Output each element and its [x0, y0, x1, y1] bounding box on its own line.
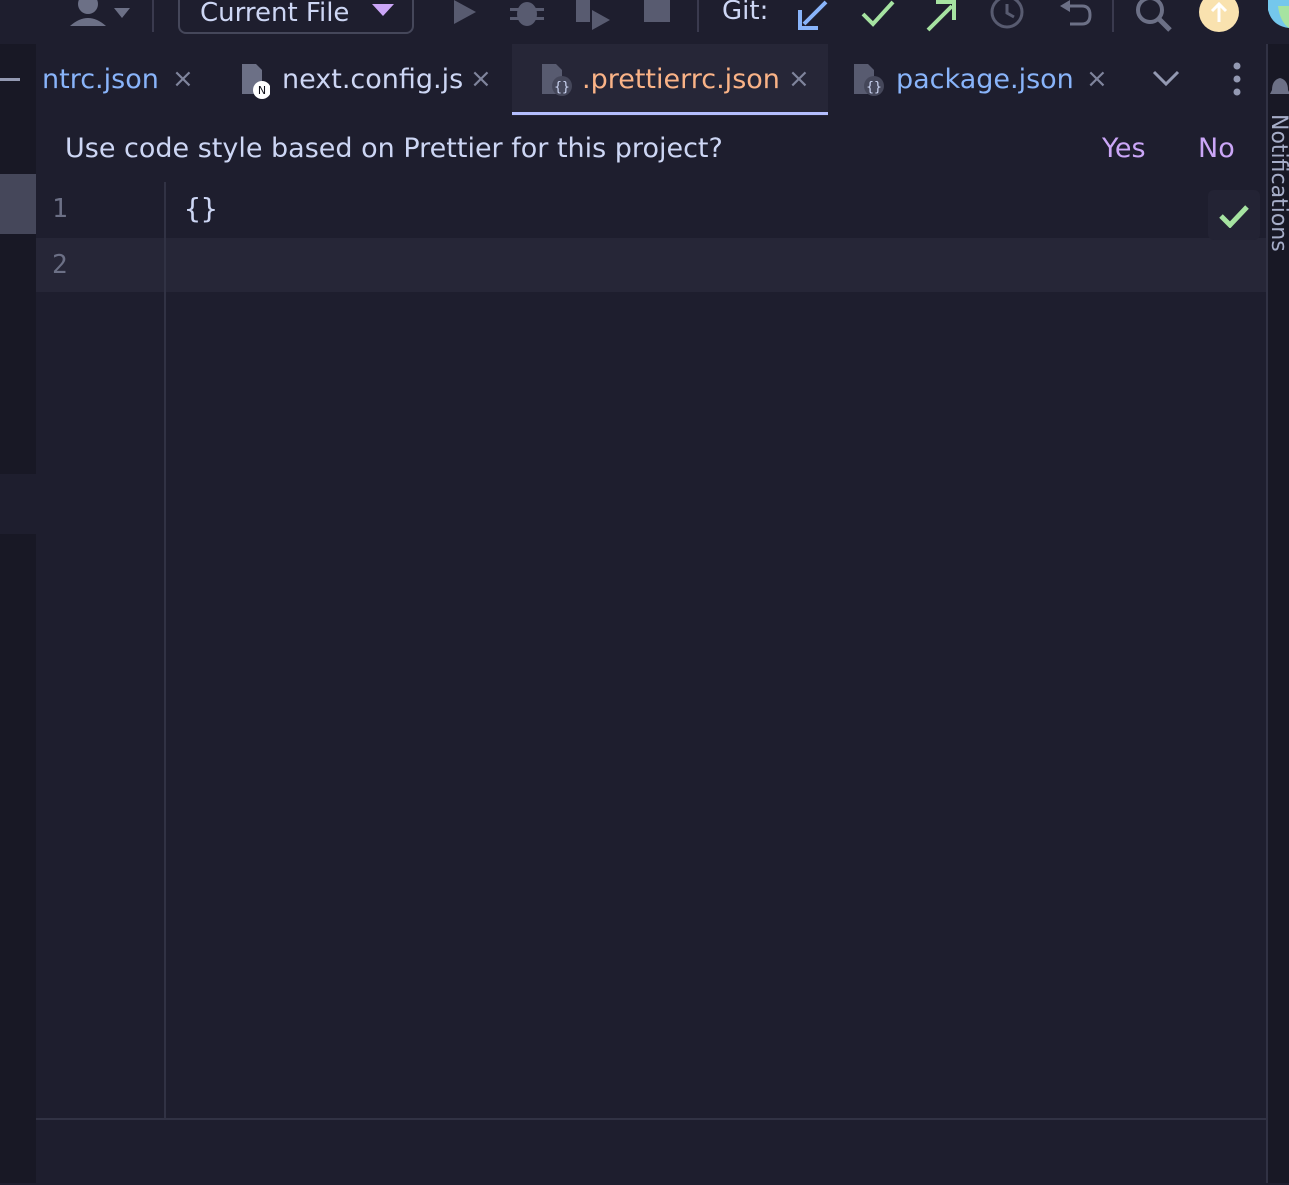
- json-file-icon: {}: [854, 64, 884, 96]
- nextjs-file-icon: N: [242, 64, 270, 99]
- chevron-down-icon[interactable]: [1152, 70, 1180, 88]
- close-icon[interactable]: ×: [1086, 64, 1108, 94]
- ide-logo-icon: [1268, 0, 1289, 28]
- svg-text:{}: {}: [554, 80, 570, 95]
- tab-label: .prettierrc.json: [582, 64, 780, 95]
- tab-package-json[interactable]: {} package.json ×: [844, 44, 1134, 116]
- stop-icon[interactable]: [644, 0, 670, 24]
- git-label: Git:: [722, 0, 769, 26]
- notifications-tool-label[interactable]: Notifications: [1266, 114, 1289, 252]
- tab-next-config[interactable]: N next.config.js ×: [232, 44, 512, 116]
- code-editor[interactable]: 1 2 {}: [36, 182, 1266, 1118]
- inspection-status-widget[interactable]: [1208, 190, 1260, 240]
- active-tab-indicator: [512, 112, 828, 115]
- search-icon[interactable]: [1134, 0, 1174, 32]
- tab-prettierrc[interactable]: {} .prettierrc.json ×: [512, 44, 828, 116]
- current-line-highlight: [36, 238, 1266, 292]
- editor-tab-bar: ntrc.json × N next.config.js × {} .prett…: [36, 44, 1266, 116]
- user-icon[interactable]: [66, 0, 136, 28]
- git-commit-check-icon[interactable]: [860, 0, 896, 28]
- line-number: 1: [52, 194, 68, 224]
- tab-label: ntrc.json: [42, 64, 159, 95]
- collapse-icon[interactable]: [0, 78, 20, 81]
- editor-bottom-area: [36, 1118, 1266, 1185]
- svg-text:N: N: [258, 84, 266, 97]
- close-icon[interactable]: ×: [470, 64, 492, 94]
- history-icon[interactable]: [988, 0, 1026, 32]
- project-panel-scroll-thumb[interactable]: [0, 174, 36, 234]
- run-with-coverage-icon[interactable]: [572, 0, 612, 30]
- tab-label: next.config.js: [282, 64, 464, 95]
- close-icon[interactable]: ×: [788, 64, 810, 94]
- gutter-divider: [164, 182, 166, 1118]
- run-icon[interactable]: [452, 0, 478, 26]
- json-file-icon: {}: [542, 64, 572, 96]
- run-config-dropdown[interactable]: Current File: [178, 0, 414, 34]
- more-options-icon[interactable]: [1230, 62, 1244, 98]
- left-strip-divider: [0, 474, 36, 534]
- main-toolbar: Current File Git:: [0, 0, 1289, 44]
- git-push-icon[interactable]: [924, 0, 958, 32]
- right-tool-strip: Notifications: [1266, 44, 1289, 1183]
- no-link[interactable]: No: [1198, 133, 1235, 164]
- yes-link[interactable]: Yes: [1102, 133, 1146, 164]
- check-icon: [1219, 205, 1249, 228]
- git-update-icon[interactable]: [796, 0, 830, 32]
- tab-eslintrc[interactable]: ntrc.json ×: [36, 44, 216, 116]
- prettier-notification-banner: Use code style based on Prettier for thi…: [36, 116, 1266, 182]
- tab-label: package.json: [896, 64, 1074, 95]
- svg-text:{}: {}: [866, 80, 882, 95]
- banner-message: Use code style based on Prettier for thi…: [65, 133, 723, 164]
- bell-icon[interactable]: [1270, 76, 1289, 100]
- run-config-label: Current File: [200, 0, 350, 28]
- left-tool-strip: [0, 44, 36, 1183]
- rollback-icon[interactable]: [1056, 0, 1092, 30]
- code-line[interactable]: {}: [184, 192, 218, 225]
- update-available-icon[interactable]: [1198, 0, 1240, 32]
- debug-icon[interactable]: [510, 0, 544, 28]
- chevron-down-icon: [372, 4, 394, 16]
- line-number: 2: [52, 250, 68, 280]
- close-icon[interactable]: ×: [172, 64, 194, 94]
